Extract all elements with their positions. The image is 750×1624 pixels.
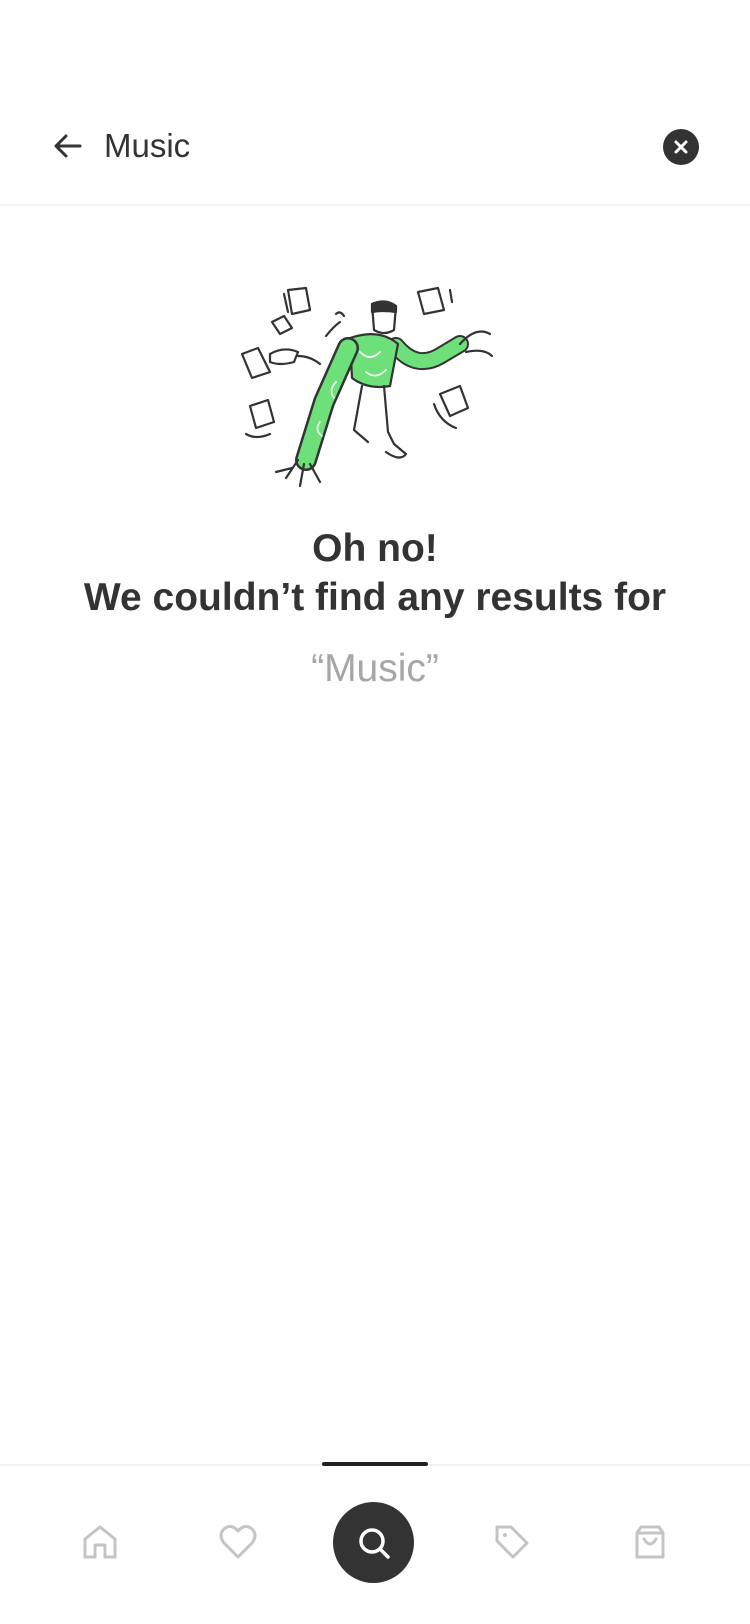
search-header: Music <box>0 0 750 206</box>
back-button[interactable] <box>44 122 92 170</box>
tab-deals[interactable] <box>490 1520 534 1564</box>
empty-state-illustration <box>240 286 494 488</box>
clear-search-button[interactable] <box>663 129 699 165</box>
home-indicator <box>322 1462 428 1466</box>
search-query-input[interactable]: Music <box>104 124 190 168</box>
arrow-left-icon <box>54 134 82 158</box>
tab-home[interactable] <box>78 1520 122 1564</box>
heart-icon <box>219 1524 257 1559</box>
searched-query-text: “Music” <box>311 647 439 690</box>
tab-cart[interactable] <box>628 1520 672 1564</box>
empty-state-message: We couldn’t find any results for <box>83 576 667 619</box>
tag-icon <box>495 1525 529 1559</box>
tab-favorites[interactable] <box>216 1520 260 1564</box>
tab-search[interactable] <box>333 1502 414 1583</box>
empty-state-title: Oh no! <box>312 527 438 570</box>
home-icon <box>83 1525 117 1559</box>
close-icon <box>674 140 688 154</box>
shopping-bag-icon <box>635 1525 665 1559</box>
search-icon <box>358 1527 390 1559</box>
